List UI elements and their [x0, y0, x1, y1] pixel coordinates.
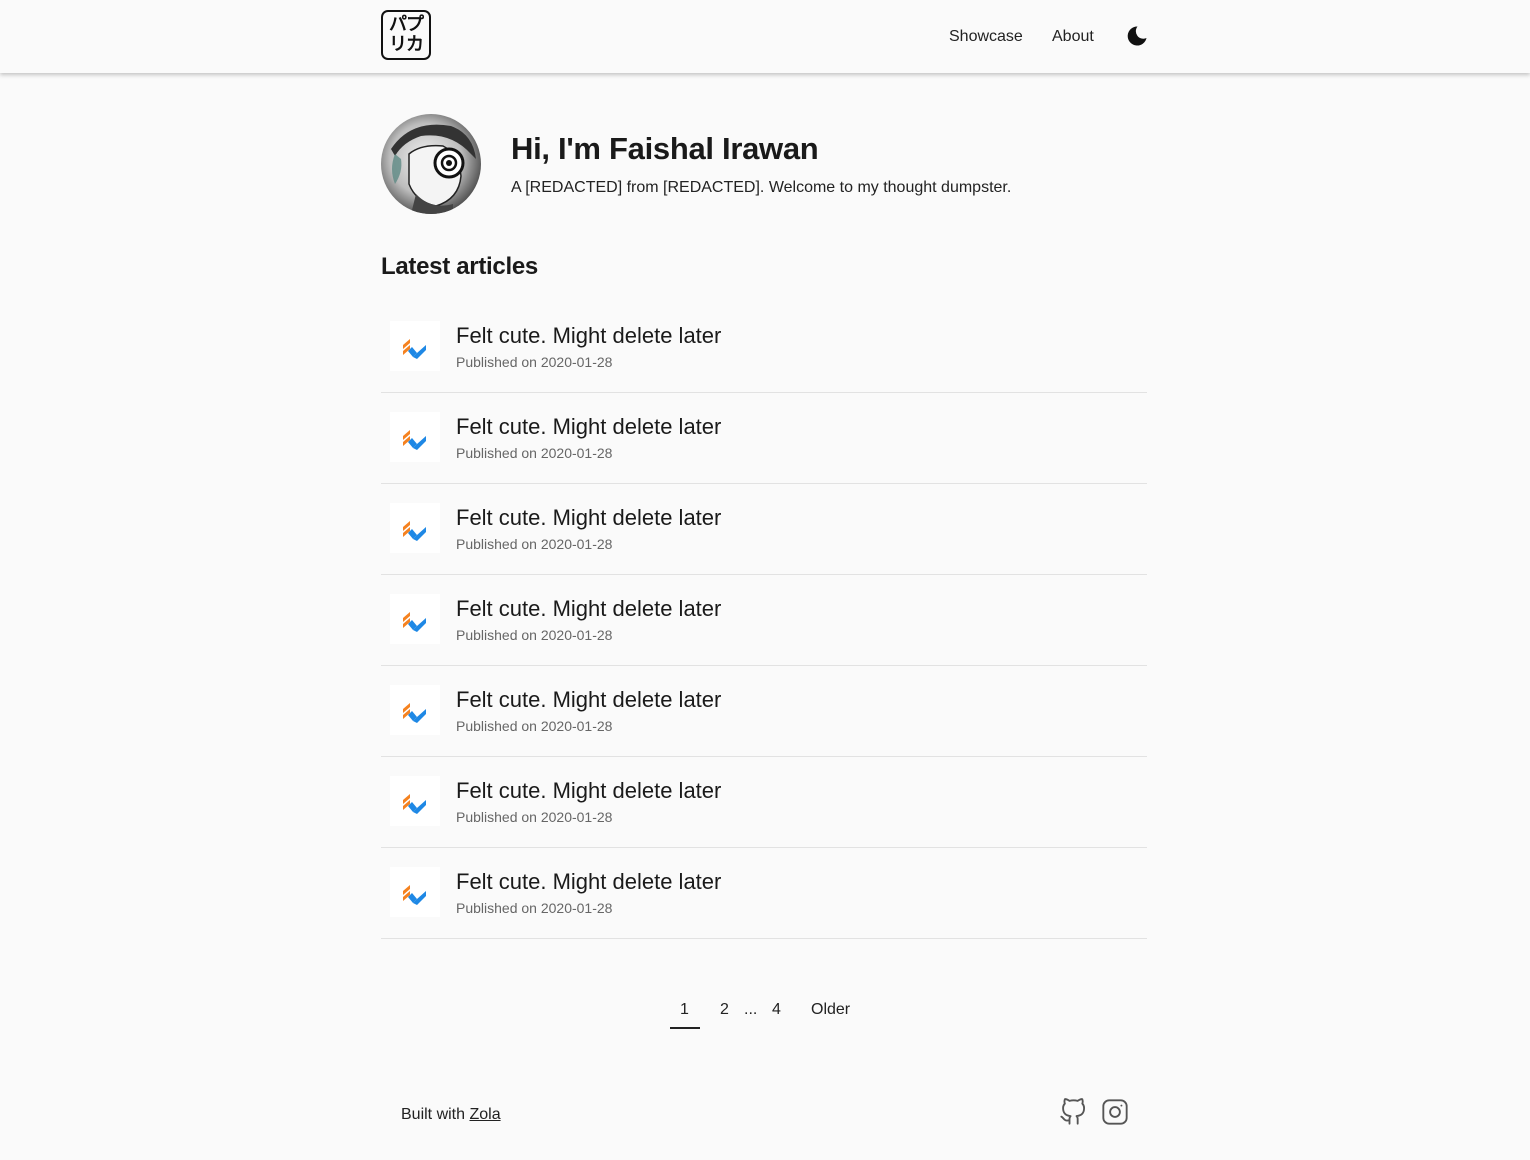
flutter-logo-icon [403, 703, 426, 723]
article-date: Published on 2020-01-28 [456, 445, 613, 461]
footer-built-with: Built with [401, 1106, 470, 1123]
logo-line-1: パプ [389, 14, 424, 35]
pagination: 1 2 ... 4 Older [0, 998, 1530, 1030]
article-date: Published on 2020-01-28 [456, 809, 613, 825]
article-date: Published on 2020-01-28 [456, 354, 613, 370]
article-thumbnail [390, 594, 440, 644]
page-ellipsis: ... [744, 1001, 758, 1018]
logo-line-2: リカ [389, 34, 424, 55]
article-thumbnail [390, 321, 440, 371]
article-thumbnail [390, 412, 440, 462]
zola-link[interactable]: Zola [469, 1106, 500, 1123]
github-icon [1060, 1098, 1086, 1125]
article-item[interactable]: Felt cute. Might delete later Published … [381, 484, 1147, 575]
article-item[interactable]: Felt cute. Might delete later Published … [381, 848, 1147, 939]
article-thumbnail [390, 503, 440, 553]
page-2-link[interactable]: 2 [720, 1000, 729, 1020]
older-link[interactable]: Older [811, 1000, 850, 1020]
article-title-link[interactable]: Felt cute. Might delete later [456, 869, 721, 895]
article-item[interactable]: Felt cute. Might delete later Published … [381, 302, 1147, 393]
article-thumbnail [390, 776, 440, 826]
article-title-link[interactable]: Felt cute. Might delete later [456, 505, 721, 531]
instagram-link[interactable] [1101, 1098, 1129, 1126]
article-item[interactable]: Felt cute. Might delete later Published … [381, 575, 1147, 666]
article-list: Felt cute. Might delete later Published … [381, 302, 1147, 939]
page-1-link[interactable]: 1 [680, 1000, 689, 1020]
moon-icon [1127, 26, 1147, 46]
article-date: Published on 2020-01-28 [456, 536, 613, 552]
intro-title: Hi, I'm Faishal Irawan [511, 131, 819, 166]
article-date: Published on 2020-01-28 [456, 718, 613, 734]
nav-about-link[interactable]: About [1052, 27, 1094, 47]
article-date: Published on 2020-01-28 [456, 627, 613, 643]
article-title-link[interactable]: Felt cute. Might delete later [456, 596, 721, 622]
flutter-logo-icon [403, 794, 426, 814]
article-title-link[interactable]: Felt cute. Might delete later [456, 323, 721, 349]
article-date: Published on 2020-01-28 [456, 900, 613, 916]
article-thumbnail [390, 867, 440, 917]
site-logo[interactable]: パプ リカ [381, 10, 431, 60]
article-title-link[interactable]: Felt cute. Might delete later [456, 414, 721, 440]
article-item[interactable]: Felt cute. Might delete later Published … [381, 393, 1147, 484]
flutter-logo-icon [403, 612, 426, 632]
site-header: パプ リカ Showcase About [0, 0, 1530, 73]
article-item[interactable]: Felt cute. Might delete later Published … [381, 666, 1147, 757]
article-item[interactable]: Felt cute. Might delete later Published … [381, 757, 1147, 848]
github-link[interactable] [1059, 1098, 1087, 1126]
article-title-link[interactable]: Felt cute. Might delete later [456, 778, 721, 804]
footer-credit: Built with Zola [401, 1105, 501, 1125]
latest-articles-heading: Latest articles [381, 253, 538, 280]
intro-subtitle: A [REDACTED] from [REDACTED]. Welcome to… [511, 179, 1012, 196]
article-title-link[interactable]: Felt cute. Might delete later [456, 687, 721, 713]
theme-toggle-button[interactable] [1125, 24, 1149, 48]
article-thumbnail [390, 685, 440, 735]
flutter-logo-icon [403, 885, 426, 905]
flutter-logo-icon [403, 339, 426, 359]
nav-showcase-link[interactable]: Showcase [949, 27, 1023, 47]
flutter-logo-icon [403, 430, 426, 450]
flutter-logo-icon [403, 521, 426, 541]
avatar [381, 114, 481, 214]
instagram-icon [1102, 1099, 1128, 1125]
current-page-indicator [670, 1027, 700, 1029]
page-4-link[interactable]: 4 [772, 1000, 781, 1020]
